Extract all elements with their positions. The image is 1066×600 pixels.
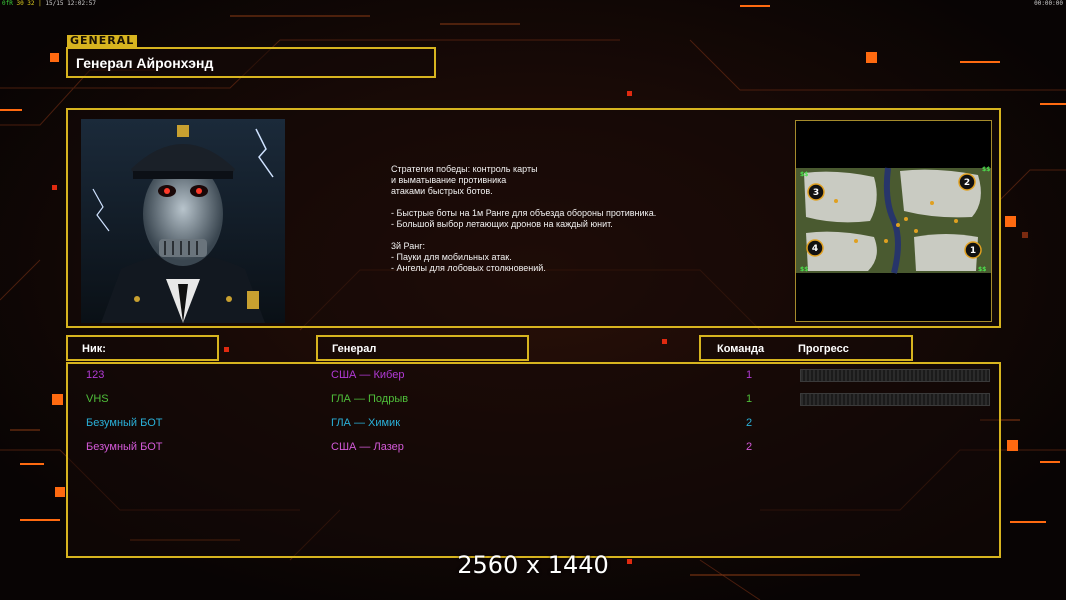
spawn-3: 3 [813,188,819,198]
player-row: Безумный БОТ США — Лазер 2 [68,436,1003,460]
player-team[interactable]: 1 [739,393,759,405]
portrait-image [81,119,285,323]
money-marker: $$ [800,266,808,273]
player-nick: Безумный БОТ [86,417,163,429]
header-nick: Ник: [66,335,219,361]
hud-clock: 12:02:57 [67,0,96,7]
hud-stats: 0fR 30 32 | 15/15 12:02:57 [2,0,96,7]
header-general-label: Генерал [332,343,377,355]
general-description: Стратегия победы: контроль карты и вымат… [391,164,657,273]
player-team[interactable]: 1 [739,369,759,381]
general-info-panel: Стратегия победы: контроль карты и вымат… [66,108,1001,328]
player-row: Безумный БОТ ГЛА — Химик 2 [68,412,1003,436]
players-panel: 123 США — Кибер 1 VHS ГЛА — Подрыв 1 Без… [66,362,1001,558]
spawn-1: 1 [970,246,976,256]
money-marker: $$ [982,166,990,173]
resolution-label: 2560 x 1440 [457,551,609,579]
header-team-progress: Команда Прогресс [699,335,913,361]
money-marker: $$ [800,171,808,178]
player-team[interactable]: 2 [739,417,759,429]
header-team-label: Команда [717,343,765,355]
header-nick-label: Ник: [82,343,106,355]
general-tag: GENERAL [67,35,138,47]
header-general: Генерал [316,335,529,361]
hud-extra: 15/15 [45,0,64,7]
general-portrait [81,119,285,323]
money-marker: $$ [978,266,986,273]
player-nick: 123 [86,369,105,381]
player-row: VHS ГЛА — Подрыв 1 [68,388,1003,412]
player-row: 123 США — Кибер 1 [68,364,1003,388]
spawn-2: 2 [964,178,970,188]
player-general[interactable]: США — Кибер [331,369,404,381]
hud-clock-right: 00:00:00 [1034,0,1063,7]
general-title-box: Генерал Айронхэнд [66,47,436,78]
header-progress-label: Прогресс [798,343,849,355]
player-general[interactable]: США — Лазер [331,441,404,453]
player-progress-bar [800,369,990,382]
minimap-image: 3 2 4 1 $$ $$ $$ $$ [796,121,991,321]
player-nick: VHS [86,393,109,405]
hud-stats-values: 30 32 | [16,0,42,7]
hud-prefix: 0fR [2,0,13,7]
player-general[interactable]: ГЛА — Химик [331,417,400,429]
map-preview[interactable]: 3 2 4 1 $$ $$ $$ $$ [795,120,992,322]
spawn-4: 4 [812,244,818,254]
player-progress-bar [800,393,990,406]
player-team[interactable]: 2 [739,441,759,453]
player-general[interactable]: ГЛА — Подрыв [331,393,408,405]
general-name: Генерал Айронхэнд [76,55,214,71]
player-nick: Безумный БОТ [86,441,163,453]
